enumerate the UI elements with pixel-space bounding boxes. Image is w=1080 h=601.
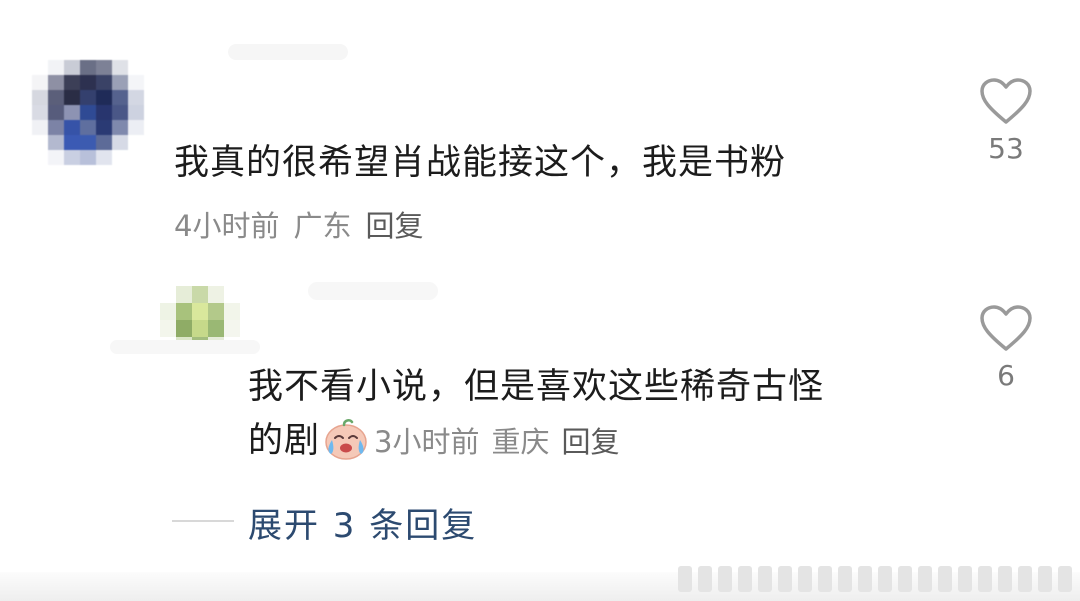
reply-text-line-2-wrap: 的剧 3小时前 重庆 回复 bbox=[248, 414, 938, 469]
reply-location: 重庆 bbox=[491, 425, 550, 459]
reply-button[interactable]: 回复 bbox=[365, 209, 423, 243]
username-blurred bbox=[228, 44, 348, 60]
reply-username-blurred bbox=[308, 282, 438, 300]
comment-text: 我真的很希望肖战能接这个，我是书粉 bbox=[174, 143, 787, 183]
watermark-bars bbox=[678, 566, 1072, 592]
reply-text-line-2: 的剧 bbox=[248, 421, 321, 461]
like-count: 53 bbox=[988, 132, 1024, 165]
heart-outline-icon bbox=[980, 305, 1032, 351]
comment-section: 我真的很希望肖战能接这个，我是书粉 4小时前 广东 回复 53 我不看小说，但是喜欢… bbox=[0, 0, 1080, 601]
heart-outline-icon bbox=[980, 78, 1032, 124]
like-button[interactable]: 53 bbox=[976, 78, 1036, 165]
reply-username-blurred-2 bbox=[110, 340, 260, 354]
avatar[interactable] bbox=[32, 60, 144, 165]
reply-reply-button[interactable]: 回复 bbox=[561, 425, 619, 459]
comment-time: 4小时前 bbox=[174, 209, 280, 243]
reply-time: 3小时前 bbox=[374, 425, 480, 459]
reply-text: 我不看小说，但是喜欢这些稀奇古怪 的剧 3小时前 重庆 回复 bbox=[248, 360, 938, 469]
expand-divider bbox=[172, 520, 234, 522]
reply-meta: 3小时前 重庆 回复 bbox=[374, 425, 631, 459]
reply-like-count: 6 bbox=[997, 359, 1015, 392]
expand-replies-button[interactable]: 展开 3 条回复 bbox=[248, 498, 477, 547]
comment-meta: 4小时前 广东 回复 bbox=[174, 203, 437, 245]
comment-location: 广东 bbox=[293, 209, 352, 243]
reply-text-line-1: 我不看小说，但是喜欢这些稀奇古怪 bbox=[248, 367, 825, 407]
crying-laughing-emoji-icon bbox=[325, 419, 367, 460]
reply-like-button[interactable]: 6 bbox=[976, 305, 1036, 392]
